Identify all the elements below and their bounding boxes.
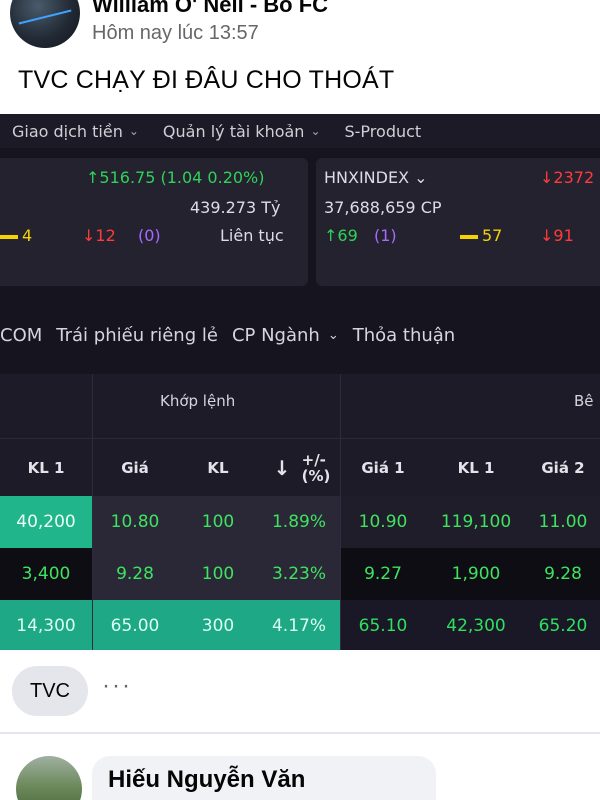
index-ref-count: 57 xyxy=(460,226,502,245)
cell-kl1-ban: 1,900 xyxy=(451,564,501,584)
cell-gia2: 11.00 xyxy=(538,512,588,532)
col-gia: Giá xyxy=(121,459,149,477)
tab-thoa-thuan[interactable]: Thỏa thuận xyxy=(353,325,469,346)
index-change: ↑516.75 (1.04 0.20%) xyxy=(86,168,265,187)
divider xyxy=(0,732,600,734)
index-value: 439.273 Tỷ xyxy=(190,198,281,217)
column-divider xyxy=(92,374,93,650)
post-image[interactable]: Giao dịch tiền ⌄ Quản lý tài khoản ⌄ S-P… xyxy=(0,114,600,650)
chevron-down-icon: ⌄ xyxy=(327,327,339,343)
trading-menubar: Giao dịch tiền ⌄ Quản lý tài khoản ⌄ S-P… xyxy=(0,114,600,148)
cell-change-pct: 4.17% xyxy=(271,616,326,636)
author-name[interactable]: William O' Neil - Bó FC xyxy=(92,0,328,18)
index-panel-right: HNXINDEX ⌄ 37,688,659 CP ↑69 (1) 57 ↓237… xyxy=(316,158,600,286)
menu-item-label: S-Product xyxy=(344,121,422,141)
chevron-down-icon: ⌄ xyxy=(414,168,428,187)
cell-change-pct: 3.23% xyxy=(258,548,340,600)
tab-cp-nganh[interactable]: CP Ngành ⌄ xyxy=(232,325,353,346)
cell-change-pct: 1.89% xyxy=(258,496,340,548)
index-name: HNXINDEX ⌄ xyxy=(324,168,428,187)
index-far-value: ↓2372 xyxy=(540,168,595,187)
chevron-down-icon: ⌄ xyxy=(310,124,321,138)
post-header: William O' Neil - Bó FC Hôm nay lúc 13:5… xyxy=(0,0,600,60)
table-row[interactable]: 3,400 9.28 100 3.23% 9.27 1,900 9.28 xyxy=(0,548,600,600)
col-kl1-ban: KL 1 xyxy=(457,459,495,477)
index-volume: 37,688,659 CP xyxy=(324,198,442,217)
col-kl: KL xyxy=(207,459,229,477)
cell-gia2: 9.28 xyxy=(544,564,582,584)
more-options-icon[interactable]: ··· xyxy=(102,672,132,700)
menu-item-quan-ly-tai-khoan: Quản lý tài khoản ⌄ xyxy=(151,122,333,141)
cell-gia: 9.28 xyxy=(92,548,178,600)
menu-item-s-product: S-Product xyxy=(333,122,434,141)
tag-chip-tvc[interactable]: TVC xyxy=(12,666,88,716)
table-row[interactable]: 40,200 10.80 100 1.89% 10.90 119,100 11.… xyxy=(0,496,600,548)
commenter-avatar[interactable] xyxy=(16,756,82,800)
cell-kl1: 40,200 xyxy=(0,496,92,548)
comment-item: Hiếu Nguyễn Văn xyxy=(0,748,600,800)
cell-kl1: 3,400 xyxy=(0,548,92,600)
tab-com[interactable]: COM xyxy=(0,325,56,346)
table-row[interactable]: 14,300 65.00 300 4.17% 65.10 42,300 65.2… xyxy=(0,600,600,650)
chevron-down-icon: ⌄ xyxy=(128,124,139,138)
cell-kl: 100 xyxy=(178,548,258,600)
post-timestamp[interactable]: Hôm nay lúc 13:57 xyxy=(92,22,259,45)
table-group-header: Khớp lệnh Bê xyxy=(0,374,600,438)
author-avatar[interactable] xyxy=(10,0,80,48)
cell-gia1: 9.27 xyxy=(364,564,402,584)
index-panel-left: ↑516.75 (1.04 0.20%) 439.273 Tỷ Liên tục… xyxy=(0,158,308,286)
table-header: KL 1 Giá KL ↓ +/- (%) Giá 1 KL 1 Giá 2 xyxy=(0,438,600,496)
index-ref-count: 4 xyxy=(0,226,32,245)
index-down-count: ↓12 xyxy=(82,226,116,245)
index-floor-count: (0) xyxy=(138,226,161,245)
col-kl1: KL 1 xyxy=(27,459,65,477)
col-gia1: Giá 1 xyxy=(361,459,405,477)
menu-item-label: Giao dịch tiền xyxy=(12,121,123,141)
cell-gia1: 10.90 xyxy=(358,512,408,532)
column-divider xyxy=(340,374,341,650)
menu-item-giao-dich-tien: Giao dịch tiền ⌄ xyxy=(0,122,151,141)
index-down-count: ↓91 xyxy=(540,226,574,245)
group-label-khop-lenh: Khớp lệnh xyxy=(160,392,236,410)
cell-gia: 10.80 xyxy=(92,496,178,548)
tab-trai-phieu[interactable]: Trái phiếu riêng lẻ xyxy=(56,325,232,346)
post-text: TVC CHẠY ĐI ĐÂU CHO THOÁT xyxy=(18,66,395,94)
index-up-count: ↑69 xyxy=(324,226,358,245)
cell-gia2: 65.20 xyxy=(526,600,600,650)
cell-gia: 65.00 xyxy=(110,616,160,636)
cell-gia1: 65.10 xyxy=(340,600,426,650)
post-tags: TVC ··· xyxy=(0,660,600,722)
group-label-ben-ban: Bê xyxy=(574,392,594,410)
commenter-name[interactable]: Hiếu Nguyễn Văn xyxy=(108,766,305,794)
cell-kl: 300 xyxy=(201,616,235,636)
cell-kl1-ban: 42,300 xyxy=(426,600,526,650)
menu-item-label: Quản lý tài khoản xyxy=(162,121,305,141)
comment-bubble[interactable]: Hiếu Nguyễn Văn xyxy=(92,756,436,800)
cell-kl1-ban: 119,100 xyxy=(440,512,512,532)
col-change-pct: +/- (%) xyxy=(301,451,331,485)
index-status: Liên tục xyxy=(220,226,284,245)
market-subtabs: COM Trái phiếu riêng lẻ CP Ngành ⌄ Thỏa t… xyxy=(0,310,600,360)
cell-kl1: 14,300 xyxy=(16,616,76,636)
col-gia2: Giá 2 xyxy=(541,459,585,477)
cell-kl: 100 xyxy=(178,496,258,548)
index-ceiling-count: (1) xyxy=(374,226,397,245)
